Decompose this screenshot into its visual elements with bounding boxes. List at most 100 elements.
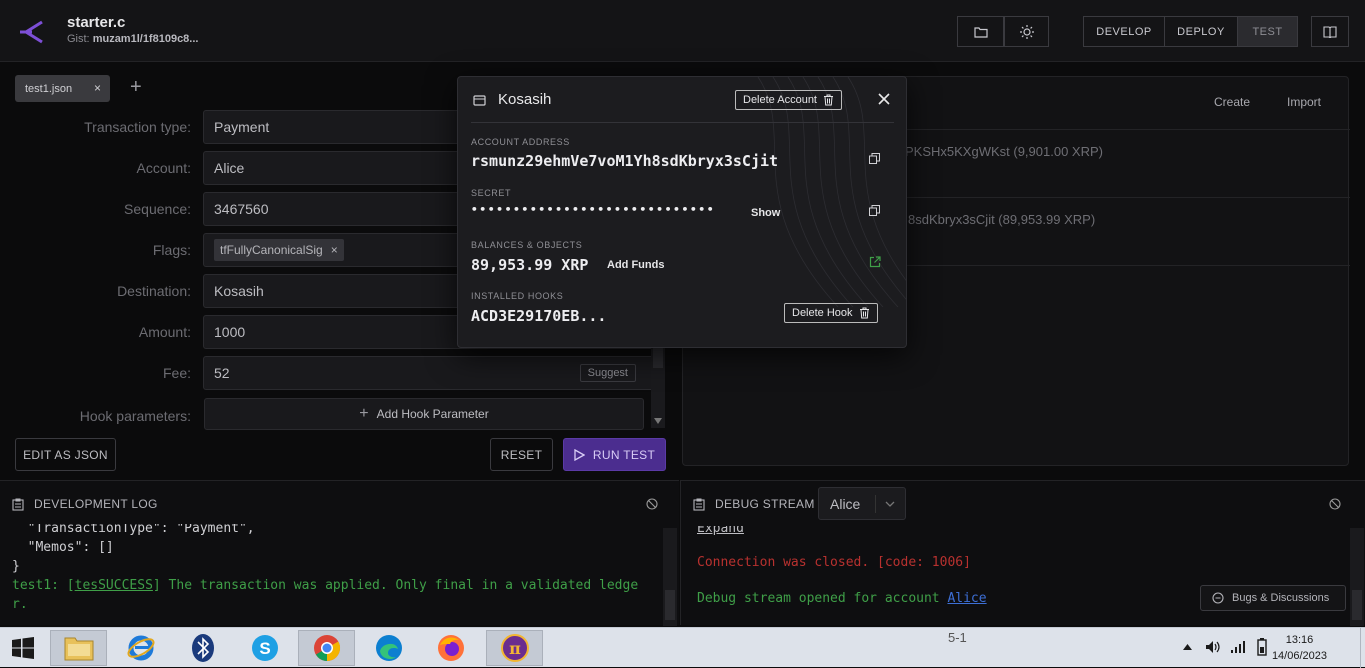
- fee-label: Fee:: [162, 365, 191, 381]
- nav-test[interactable]: TEST: [1237, 16, 1298, 47]
- system-clock[interactable]: 13:16 14/06/2023: [1272, 632, 1327, 664]
- account-row-text: PKSHx5KXgWKst (9,901.00 XRP): [905, 144, 1103, 159]
- firefox-taskbar-icon[interactable]: [422, 630, 479, 666]
- transaction-type-label: Transaction type:: [84, 119, 191, 135]
- amount-label: Amount:: [138, 324, 191, 340]
- add-hook-parameter-button[interactable]: + Add Hook Parameter: [204, 398, 644, 430]
- theme-toggle-button[interactable]: [1004, 16, 1049, 47]
- sequence-label: Sequence:: [124, 201, 191, 217]
- clear-log-icon[interactable]: [646, 498, 658, 510]
- trash-icon: [859, 307, 869, 319]
- balances-label: BALANCES & OBJECTS: [471, 240, 583, 250]
- chat-icon: [1212, 592, 1224, 604]
- log-line: }: [12, 559, 20, 574]
- folder-icon: [973, 26, 988, 38]
- pi-network-icon: π: [500, 634, 529, 662]
- expand-link[interactable]: Expand: [697, 526, 744, 536]
- copy-address-icon[interactable]: [869, 153, 880, 164]
- external-link-icon[interactable]: [869, 256, 881, 268]
- sequence-value: 3467560: [214, 201, 269, 217]
- app-header: starter.c Gist: muzam1l/1f8109c8... DEVE…: [0, 0, 1365, 62]
- stream-opened-text: Debug stream opened for account: [697, 591, 948, 606]
- chrome-icon: [313, 635, 340, 662]
- bluetooth-taskbar-icon[interactable]: [174, 630, 231, 666]
- chrome-taskbar-icon[interactable]: [298, 630, 355, 666]
- clear-stream-icon[interactable]: [1329, 498, 1341, 510]
- tab-close-icon[interactable]: ×: [94, 81, 101, 95]
- modal-divider: [471, 122, 894, 123]
- skype-icon: S: [251, 635, 278, 661]
- log-result-text: ] The transaction was applied. Only fina…: [152, 578, 639, 593]
- wallet-icon: [473, 95, 486, 106]
- development-log-title: DEVELOPMENT LOG: [34, 497, 158, 511]
- log-scrollbar-thumb[interactable]: [665, 590, 675, 620]
- select-divider: [875, 495, 876, 513]
- decorative-wave-pattern: [757, 77, 906, 307]
- log-line: "Memos": []: [12, 540, 114, 555]
- chevron-down-icon: [885, 501, 895, 507]
- open-folder-button[interactable]: [957, 16, 1004, 47]
- fee-input[interactable]: 52 Suggest: [203, 356, 663, 390]
- gist-link[interactable]: muzam1l/1f8109c8...: [93, 33, 199, 45]
- add-funds-button[interactable]: Add Funds: [607, 259, 664, 271]
- windows-logo-icon: [12, 637, 34, 659]
- show-hidden-icons-icon[interactable]: [1183, 644, 1192, 650]
- account-address-label: ACCOUNT ADDRESS: [471, 137, 570, 147]
- account-address-value: rsmunz29ehmVe7voM1Yh8sdKbryx3sCjit: [471, 152, 779, 170]
- show-secret-button[interactable]: Show: [751, 207, 780, 219]
- close-icon[interactable]: [878, 93, 890, 105]
- debug-account-select[interactable]: Alice: [818, 487, 906, 520]
- bugs-discussions-label: Bugs & Discussions: [1232, 592, 1330, 604]
- installed-hooks-label: INSTALLED HOOKS: [471, 291, 564, 301]
- debug-account-value: Alice: [830, 495, 861, 512]
- edit-as-json-button[interactable]: EDIT AS JSON: [15, 438, 116, 471]
- docs-button[interactable]: [1311, 16, 1349, 47]
- bugs-discussions-button[interactable]: Bugs & Discussions: [1200, 585, 1346, 611]
- volume-icon[interactable]: [1205, 640, 1221, 654]
- pi-network-taskbar-icon[interactable]: π: [486, 630, 543, 666]
- internet-explorer-taskbar-icon[interactable]: [112, 630, 169, 666]
- flag-chip: tfFullyCanonicalSig ×: [214, 239, 344, 261]
- network-signal-icon[interactable]: [1230, 640, 1246, 654]
- account-value: Alice: [214, 160, 245, 176]
- tab-test1-json[interactable]: test1.json ×: [15, 75, 110, 102]
- result-code-link[interactable]: tesSUCCESS: [75, 578, 153, 593]
- stream-account-link[interactable]: Alice: [947, 591, 986, 606]
- log-result-prefix: test1: [: [12, 578, 75, 593]
- account-row-text: 8sdKbryx3sCjit (89,953.99 XRP): [908, 212, 1096, 227]
- file-explorer-taskbar-icon[interactable]: [50, 630, 107, 666]
- nav-deploy[interactable]: DEPLOY: [1164, 16, 1238, 47]
- delete-account-label: Delete Account: [743, 94, 817, 106]
- start-button[interactable]: [0, 630, 46, 666]
- account-label: Account:: [136, 160, 191, 176]
- hooks-logo-icon[interactable]: [18, 18, 46, 46]
- nav-develop[interactable]: DEVELOP: [1083, 16, 1165, 47]
- stream-scrollbar[interactable]: [1350, 528, 1364, 626]
- suggest-fee-button[interactable]: Suggest: [579, 364, 636, 382]
- delete-account-button[interactable]: Delete Account: [735, 90, 842, 110]
- account-details-modal: Kosasih Delete Account ACCOUNT ADDRESS r…: [457, 76, 907, 348]
- bluetooth-icon: [191, 634, 214, 662]
- scroll-down-icon[interactable]: [654, 418, 662, 424]
- edge-icon: [375, 635, 402, 661]
- skype-taskbar-icon[interactable]: S: [236, 630, 293, 666]
- plus-icon: +: [359, 405, 369, 422]
- reset-button[interactable]: RESET: [490, 438, 553, 471]
- stream-opened-line: Debug stream opened for account Alice: [697, 591, 987, 606]
- flag-chip-remove-icon[interactable]: ×: [331, 243, 338, 257]
- import-account-button[interactable]: Import: [1287, 95, 1321, 109]
- create-account-button[interactable]: Create: [1214, 95, 1250, 109]
- book-icon: [1323, 25, 1337, 38]
- run-test-button[interactable]: RUN TEST: [563, 438, 666, 471]
- project-title: starter.c: [67, 14, 126, 31]
- stream-scrollbar-thumb[interactable]: [1352, 590, 1362, 620]
- show-desktop-button[interactable]: [1360, 628, 1365, 668]
- edge-taskbar-icon[interactable]: [360, 630, 417, 666]
- add-tab-button[interactable]: +: [130, 76, 142, 99]
- delete-hook-button[interactable]: Delete Hook: [784, 303, 878, 323]
- log-scrollbar[interactable]: [663, 528, 677, 626]
- copy-secret-icon[interactable]: [869, 205, 880, 216]
- debug-stream-title: DEBUG STREAM: [715, 497, 815, 511]
- destination-label: Destination:: [117, 283, 191, 299]
- battery-icon[interactable]: [1254, 638, 1270, 656]
